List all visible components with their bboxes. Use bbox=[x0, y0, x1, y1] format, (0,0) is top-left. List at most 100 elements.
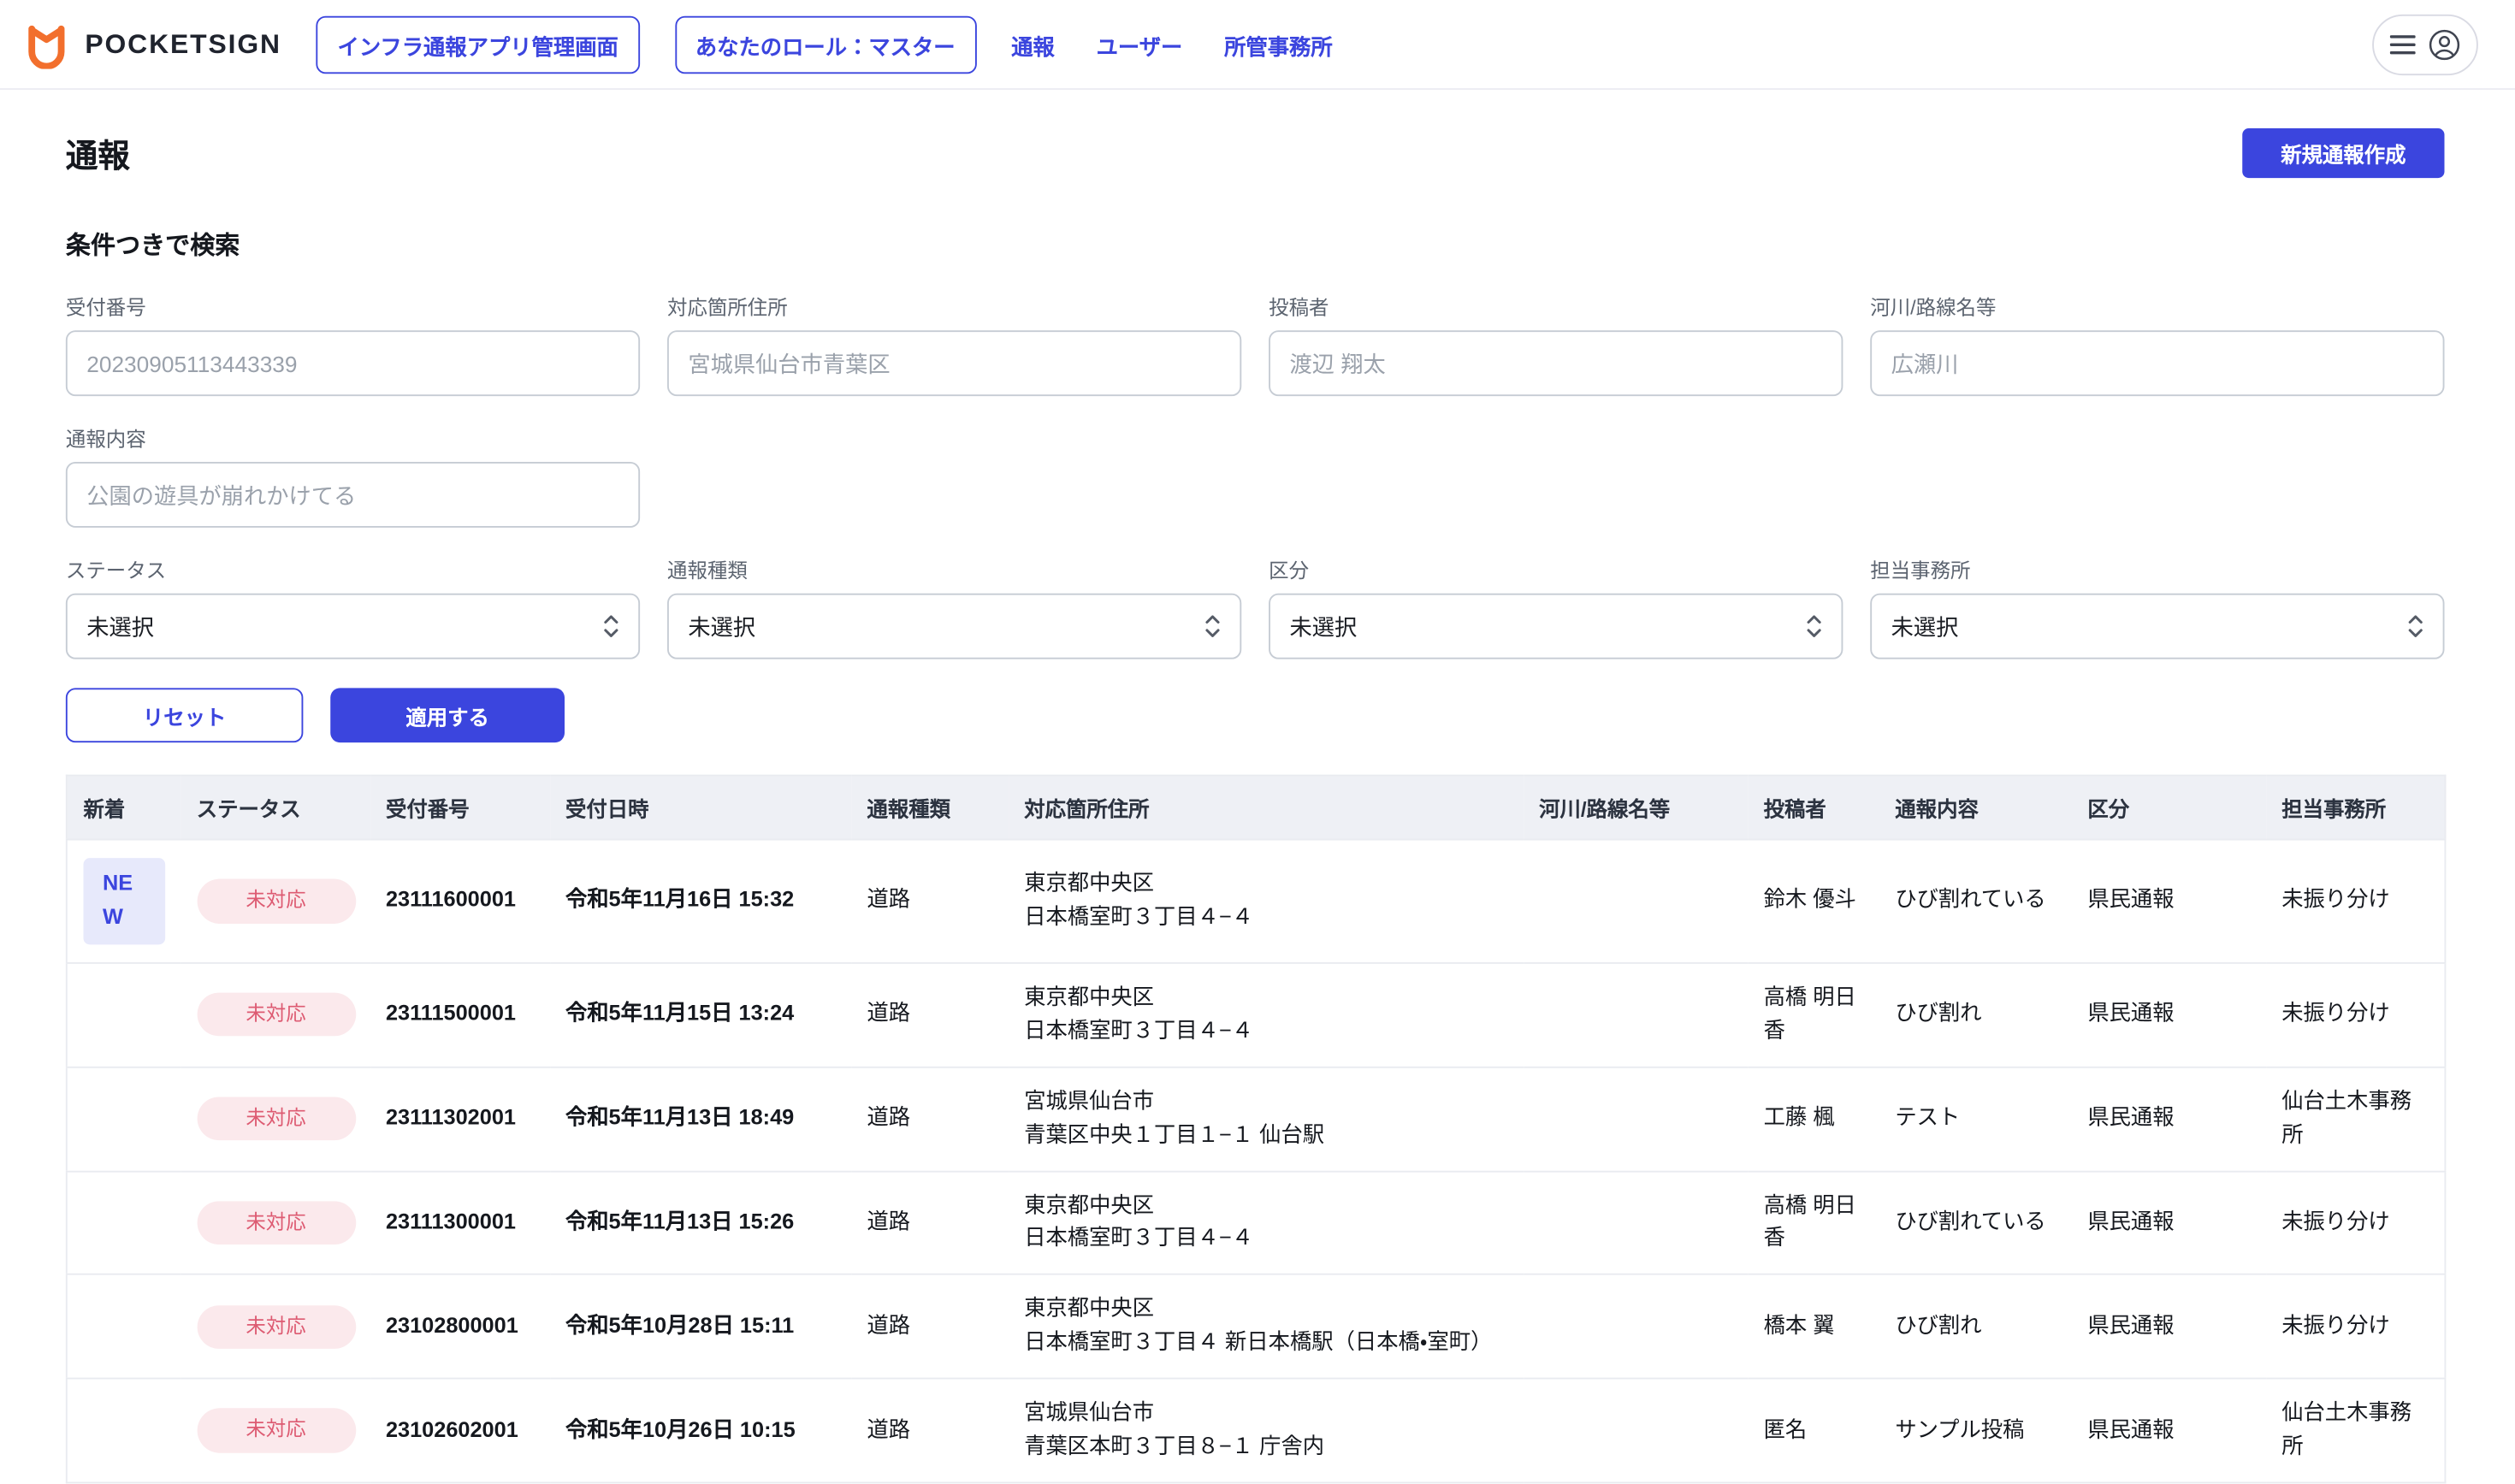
cell-receipt-datetime: 令和5年11月13日 15:26 bbox=[549, 1171, 851, 1275]
poster-input[interactable] bbox=[1269, 330, 1843, 396]
hamburger-icon bbox=[2390, 33, 2416, 55]
status-select[interactable]: 未選択 bbox=[66, 594, 640, 659]
cell-receipt-datetime: 令和5年11月15日 13:24 bbox=[549, 963, 851, 1067]
filter-address: 対応箇所住所 bbox=[667, 290, 1241, 396]
col-header-river: 河川/路線名等 bbox=[1523, 776, 1748, 840]
user-avatar-icon bbox=[2429, 28, 2461, 61]
cell-address: 東京都中央区 日本橋室町３丁目４−４ bbox=[1008, 1171, 1523, 1275]
status-badge: 未対応 bbox=[197, 1409, 356, 1452]
col-header-office: 担当事務所 bbox=[2265, 776, 2445, 840]
cell-office: 未振り分け bbox=[2265, 1171, 2445, 1275]
cell-office: 未振り分け bbox=[2265, 963, 2445, 1067]
table-row[interactable]: 未対応 23102602001 令和5年10月26日 10:15 道路 宮城県仙… bbox=[67, 1379, 2446, 1483]
status-label: ステータス bbox=[66, 553, 640, 584]
table-header: 新着 ステータス 受付番号 受付日時 通報種類 対応箇所住所 河川/路線名等 投… bbox=[67, 776, 2446, 840]
col-header-new: 新着 bbox=[67, 776, 180, 840]
nav-item-reports[interactable]: 通報 bbox=[1011, 28, 1055, 61]
filter-river: 河川/路線名等 bbox=[1870, 290, 2444, 396]
col-header-category: 区分 bbox=[2072, 776, 2266, 840]
report-type-select-value: 未選択 bbox=[688, 610, 755, 642]
cell-receipt-datetime: 令和5年11月16日 15:32 bbox=[549, 840, 851, 963]
poster-label: 投稿者 bbox=[1269, 290, 1843, 321]
header: POCKETSIGN インフラ通報アプリ管理画面 あなたのロール：マスター 通報… bbox=[0, 0, 2515, 90]
cell-category: 県民通報 bbox=[2072, 1379, 2266, 1483]
office-label: 担当事務所 bbox=[1870, 553, 2444, 584]
select-chevrons-icon bbox=[1806, 612, 1822, 640]
cell-content: ひび割れている bbox=[1879, 840, 2072, 963]
cell-address: 宮城県仙台市 青葉区中央１丁目１−１ 仙台駅 bbox=[1008, 1067, 1523, 1171]
select-chevrons-icon bbox=[603, 612, 619, 640]
address-label: 対応箇所住所 bbox=[667, 290, 1241, 321]
cell-poster: 高橋 明日香 bbox=[1748, 1171, 1879, 1275]
cell-office: 未振り分け bbox=[2265, 840, 2445, 963]
cell-report-type: 道路 bbox=[851, 1171, 1009, 1275]
brand-name: POCKETSIGN bbox=[85, 28, 281, 61]
cell-river bbox=[1523, 1171, 1748, 1275]
cell-category: 県民通報 bbox=[2072, 840, 2266, 963]
cell-office: 未振り分け bbox=[2265, 1274, 2445, 1379]
cell-content: ひび割れ bbox=[1879, 1274, 2072, 1379]
status-badge: 未対応 bbox=[197, 879, 356, 923]
cell-report-type: 道路 bbox=[851, 1067, 1009, 1171]
reports-table: 新着 ステータス 受付番号 受付日時 通報種類 対応箇所住所 河川/路線名等 投… bbox=[66, 775, 2447, 1484]
cell-address: 宮城県仙台市 青葉区本町３丁目８−１ 庁舎内 bbox=[1008, 1379, 1523, 1483]
cell-category: 県民通報 bbox=[2072, 1171, 2266, 1275]
receipt-number-input[interactable] bbox=[66, 330, 640, 396]
cell-poster: 鈴木 優斗 bbox=[1748, 840, 1879, 963]
cell-report-type: 道路 bbox=[851, 963, 1009, 1067]
col-header-status: ステータス bbox=[180, 776, 370, 840]
address-input[interactable] bbox=[667, 330, 1241, 396]
nav-item-offices[interactable]: 所管事務所 bbox=[1224, 28, 1333, 61]
filter-row-3: ステータス 未選択 通報種類 未選択 bbox=[66, 553, 2445, 659]
cell-category: 県民通報 bbox=[2072, 1067, 2266, 1171]
create-report-button[interactable]: 新規通報作成 bbox=[2242, 128, 2444, 178]
category-select[interactable]: 未選択 bbox=[1269, 594, 1843, 659]
col-header-poster: 投稿者 bbox=[1748, 776, 1879, 840]
cell-poster: 橋本 翼 bbox=[1748, 1274, 1879, 1379]
table-row[interactable]: 未対応 23111300001 令和5年11月13日 15:26 道路 東京都中… bbox=[67, 1171, 2446, 1275]
filter-report-type: 通報種類 未選択 bbox=[667, 553, 1241, 659]
cell-poster: 工藤 楓 bbox=[1748, 1067, 1879, 1171]
apply-button[interactable]: 適用する bbox=[330, 688, 565, 742]
cell-content: ひび割れ bbox=[1879, 963, 2072, 1067]
filter-category: 区分 未選択 bbox=[1269, 553, 1843, 659]
office-select-value: 未選択 bbox=[1891, 610, 1959, 642]
col-header-report-type: 通報種類 bbox=[851, 776, 1009, 840]
filter-report-content: 通報内容 bbox=[66, 422, 640, 528]
reset-button[interactable]: リセット bbox=[66, 688, 304, 742]
table-row[interactable]: 未対応 23111302001 令和5年11月13日 18:49 道路 宮城県仙… bbox=[67, 1067, 2446, 1171]
status-badge: 未対応 bbox=[197, 993, 356, 1037]
cell-receipt-number: 23111302001 bbox=[370, 1067, 549, 1171]
river-input[interactable] bbox=[1870, 330, 2444, 396]
report-type-select[interactable]: 未選択 bbox=[667, 594, 1241, 659]
filter-poster: 投稿者 bbox=[1269, 290, 1843, 396]
cell-poster: 匿名 bbox=[1748, 1379, 1879, 1483]
office-select[interactable]: 未選択 bbox=[1870, 594, 2444, 659]
cell-office: 仙台土木事務所 bbox=[2265, 1379, 2445, 1483]
role-badge: あなたのロール：マスター bbox=[674, 15, 976, 74]
cell-receipt-number: 23102602001 bbox=[370, 1379, 549, 1483]
nav-item-users[interactable]: ユーザー bbox=[1097, 28, 1183, 61]
table-row[interactable]: 未対応 23111500001 令和5年11月15日 13:24 道路 東京都中… bbox=[67, 963, 2446, 1067]
main-content: 通報 新規通報作成 条件つきで検索 受付番号 対応箇所住所 投稿者 河川/路線名… bbox=[0, 90, 2515, 1483]
top-navigation: 通報 ユーザー 所管事務所 bbox=[1011, 28, 1332, 61]
cell-category: 県民通報 bbox=[2072, 963, 2266, 1067]
cell-category: 県民通報 bbox=[2072, 1274, 2266, 1379]
cell-address: 東京都中央区 日本橋室町３丁目４−４ bbox=[1008, 963, 1523, 1067]
filter-status: ステータス 未選択 bbox=[66, 553, 640, 659]
report-content-input[interactable] bbox=[66, 462, 640, 528]
new-badge: NEW bbox=[84, 858, 165, 944]
app-title-badge: インフラ通報アプリ管理画面 bbox=[317, 15, 639, 74]
cell-receipt-datetime: 令和5年11月13日 18:49 bbox=[549, 1067, 851, 1171]
cell-receipt-datetime: 令和5年10月26日 10:15 bbox=[549, 1379, 851, 1483]
status-badge: 未対応 bbox=[197, 1201, 356, 1245]
table-row[interactable]: NEW 未対応 23111600001 令和5年11月16日 15:32 道路 … bbox=[67, 840, 2446, 963]
brand: POCKETSIGN bbox=[22, 20, 281, 68]
app-window: POCKETSIGN インフラ通報アプリ管理画面 あなたのロール：マスター 通報… bbox=[0, 0, 2515, 1429]
status-badge: 未対応 bbox=[197, 1305, 356, 1349]
cell-content: サンプル投稿 bbox=[1879, 1379, 2072, 1483]
account-menu-button[interactable] bbox=[2372, 14, 2478, 74]
table-row[interactable]: 未対応 23102800001 令和5年10月28日 15:11 道路 東京都中… bbox=[67, 1274, 2446, 1379]
receipt-number-label: 受付番号 bbox=[66, 290, 640, 321]
cell-report-type: 道路 bbox=[851, 840, 1009, 963]
